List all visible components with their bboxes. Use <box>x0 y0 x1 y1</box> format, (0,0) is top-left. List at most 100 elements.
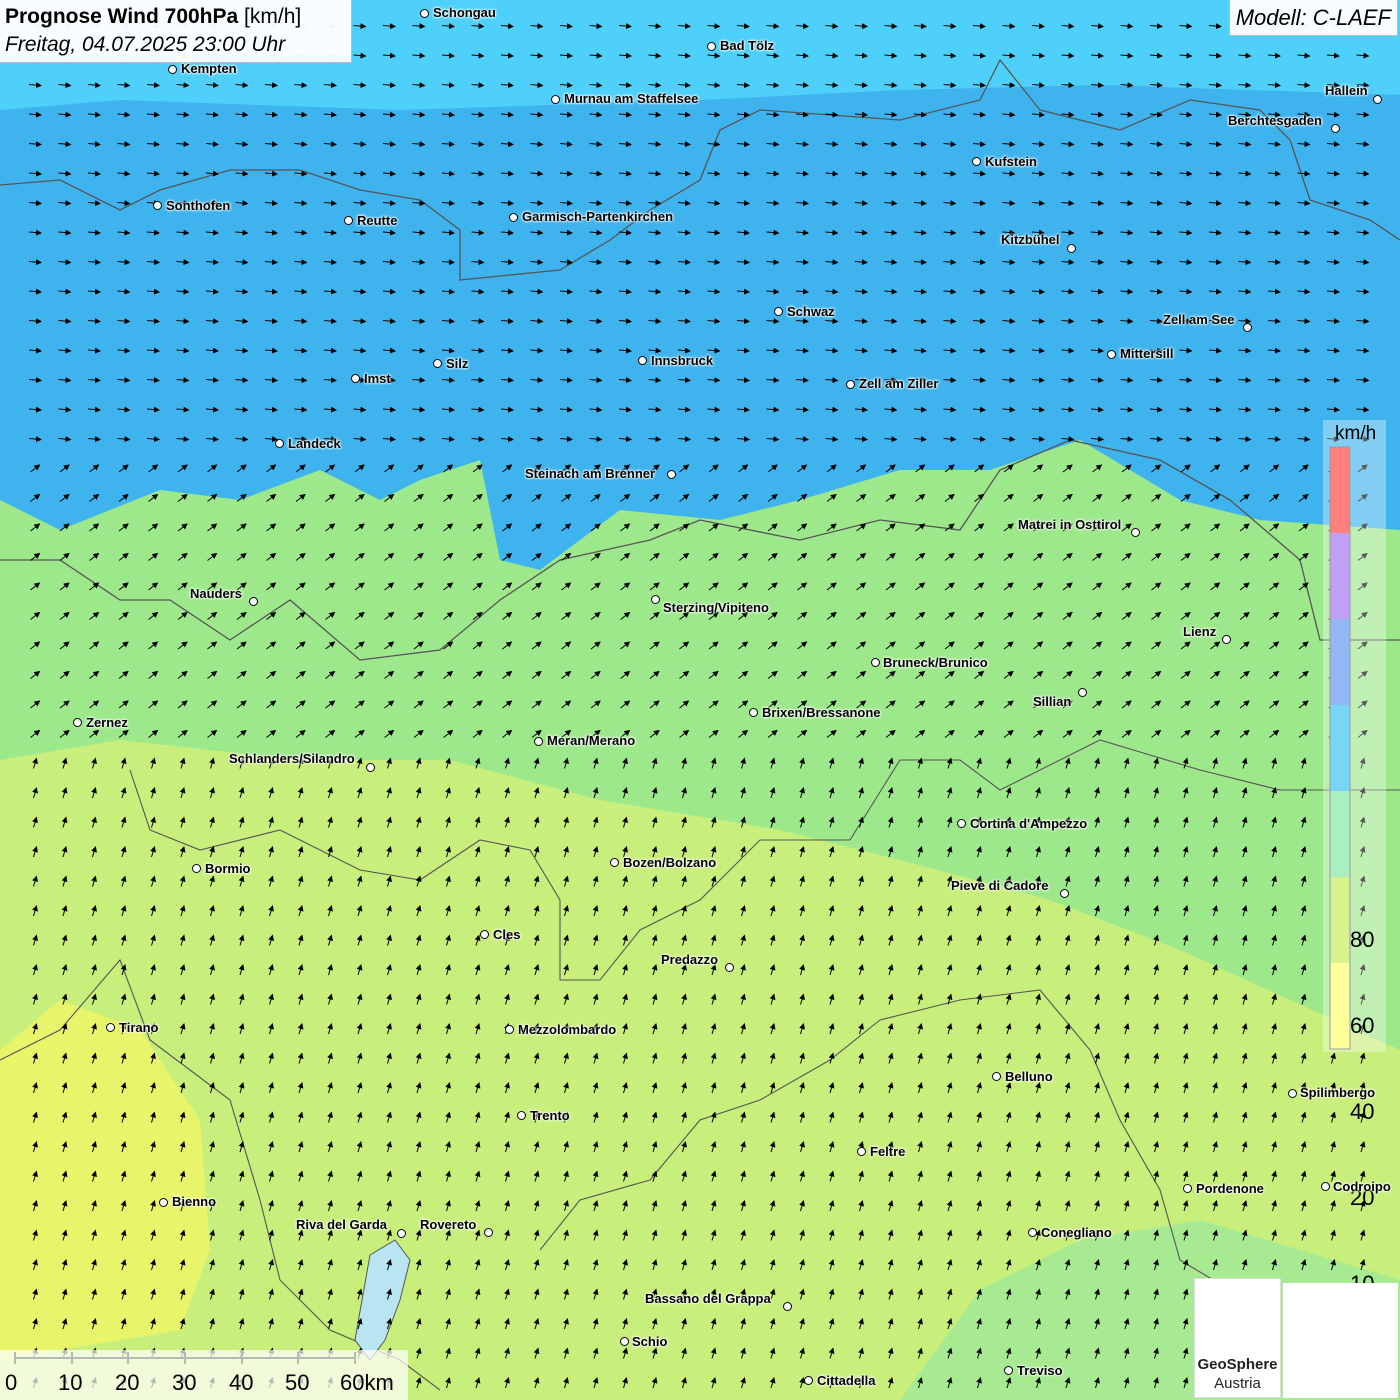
city-label: Schlanders/Silandro <box>229 751 355 766</box>
city-marker <box>638 356 647 365</box>
city-label: Codroipo <box>1333 1179 1391 1194</box>
scale-bar: 0 10 20 30 40 50 60km <box>0 1350 408 1400</box>
city-marker <box>1243 323 1252 332</box>
city-label: Bruneck/Brunico <box>883 655 988 670</box>
city-marker <box>153 201 162 210</box>
city-marker <box>1288 1089 1297 1098</box>
city-label: Pieve di Cadore <box>951 878 1049 893</box>
legend: km/h 80 60 40 20 10 5 0 <box>1323 420 1386 1382</box>
city-marker <box>871 658 880 667</box>
city-label: Bormio <box>205 861 251 876</box>
city-label: Kufstein <box>985 154 1037 169</box>
scale-label-50: 50 <box>285 1370 310 1395</box>
city-label: Silz <box>446 356 469 371</box>
scale-label-20: 20 <box>115 1370 140 1395</box>
map-title: Prognose Wind 700hPa [km/h] <box>5 3 351 31</box>
city-marker <box>610 858 619 867</box>
legend-tick-80: 80 <box>1350 927 1375 952</box>
city-label: Mezzolombardo <box>518 1022 617 1037</box>
city-label: Schwaz <box>787 304 835 319</box>
city-label: Mittersill <box>1120 346 1174 361</box>
city-label: Sterzing/Vipiteno <box>663 600 769 615</box>
geosphere-austria-logo[interactable]: GeoSphere Austria <box>1194 1278 1281 1398</box>
city-marker <box>275 439 284 448</box>
map-title-bold: Prognose Wind 700hPa <box>5 5 239 28</box>
city-marker <box>351 374 360 383</box>
city-marker <box>774 307 783 316</box>
city-label: Spilimbergo <box>1300 1085 1376 1100</box>
city-label: Predazzo <box>661 952 719 967</box>
model-label: Modell: C-LAEF <box>1228 0 1398 36</box>
city-marker <box>749 708 758 717</box>
city-marker <box>106 1023 115 1032</box>
city-label: Steinach am Brenner <box>525 466 656 481</box>
city-marker <box>420 9 429 18</box>
city-label: Trento <box>530 1108 570 1123</box>
city-marker <box>725 963 734 972</box>
geosphere-logo-text: GeoSphere <box>1197 1356 1278 1373</box>
city-marker <box>249 597 258 606</box>
city-label: Lienz <box>1183 624 1217 639</box>
city-marker <box>344 216 353 225</box>
city-label: Nauders <box>190 586 243 601</box>
city-marker <box>73 718 82 727</box>
city-label: Conegliano <box>1041 1225 1112 1240</box>
city-marker <box>1183 1184 1192 1193</box>
city-label: Brixen/Bressanone <box>762 705 881 720</box>
map-title-box: Prognose Wind 700hPa [km/h] Freitag, 04.… <box>0 0 352 63</box>
city-marker <box>1028 1228 1037 1237</box>
city-marker <box>783 1302 792 1311</box>
city-label: Innsbruck <box>651 353 714 368</box>
legend-unit: km/h <box>1335 423 1377 444</box>
scale-label-40: 40 <box>229 1370 254 1395</box>
city-marker <box>1373 95 1382 104</box>
city-marker <box>1222 635 1231 644</box>
city-marker <box>505 1025 514 1034</box>
city-marker <box>846 380 855 389</box>
city-marker <box>1004 1366 1013 1375</box>
weather-map[interactable]: Prognose Wind 700hPa [km/h] Freitag, 04.… <box>0 0 1400 1400</box>
city-label: Bassano del Grappa <box>645 1291 771 1306</box>
city-label: Berchtesgaden <box>1228 113 1322 128</box>
city-label: Sillian <box>1033 694 1072 709</box>
city-marker <box>159 1198 168 1207</box>
city-marker <box>667 470 676 479</box>
forecast-datetime: Freitag, 04.07.2025 23:00 Uhr <box>5 33 286 56</box>
city-marker <box>517 1111 526 1120</box>
city-marker <box>857 1147 866 1156</box>
scale-label-10: 10 <box>58 1370 83 1395</box>
city-label: Cortina d'Ampezzo <box>970 816 1088 831</box>
city-label: Kempten <box>181 61 237 76</box>
city-label: Meran/Merano <box>547 733 636 748</box>
city-marker <box>1067 244 1076 253</box>
city-marker <box>433 359 442 368</box>
weather-app-logo[interactable] <box>1283 1283 1398 1398</box>
city-marker <box>397 1229 406 1238</box>
city-label: Tirano <box>119 1020 159 1035</box>
city-label: Imst <box>364 371 391 386</box>
city-label: Pordenone <box>1196 1181 1264 1196</box>
city-label: Feltre <box>870 1144 906 1159</box>
city-marker <box>192 864 201 873</box>
city-marker <box>509 213 518 222</box>
city-marker <box>804 1376 813 1385</box>
city-label: Zell am See <box>1163 312 1235 327</box>
city-label: Cittadella <box>817 1373 876 1388</box>
city-label: Murnau am Staffelsee <box>564 91 699 106</box>
city-marker <box>1131 528 1140 537</box>
city-marker <box>992 1072 1001 1081</box>
city-marker <box>1060 889 1069 898</box>
city-label: Treviso <box>1017 1363 1063 1378</box>
city-label: Schio <box>632 1334 668 1349</box>
city-label: Zernez <box>86 715 128 730</box>
scale-label-60km: 60km <box>340 1370 394 1395</box>
city-marker <box>957 819 966 828</box>
city-marker <box>480 930 489 939</box>
city-label: Garmisch-Partenkirchen <box>522 209 674 224</box>
city-label: Bozen/Bolzano <box>623 855 717 870</box>
city-label: Hallein <box>1325 83 1368 98</box>
city-label: Riva del Garda <box>296 1217 388 1232</box>
city-label: Cles <box>493 927 521 942</box>
city-label: Reutte <box>357 213 398 228</box>
city-label: Zell am Ziller <box>859 376 939 391</box>
